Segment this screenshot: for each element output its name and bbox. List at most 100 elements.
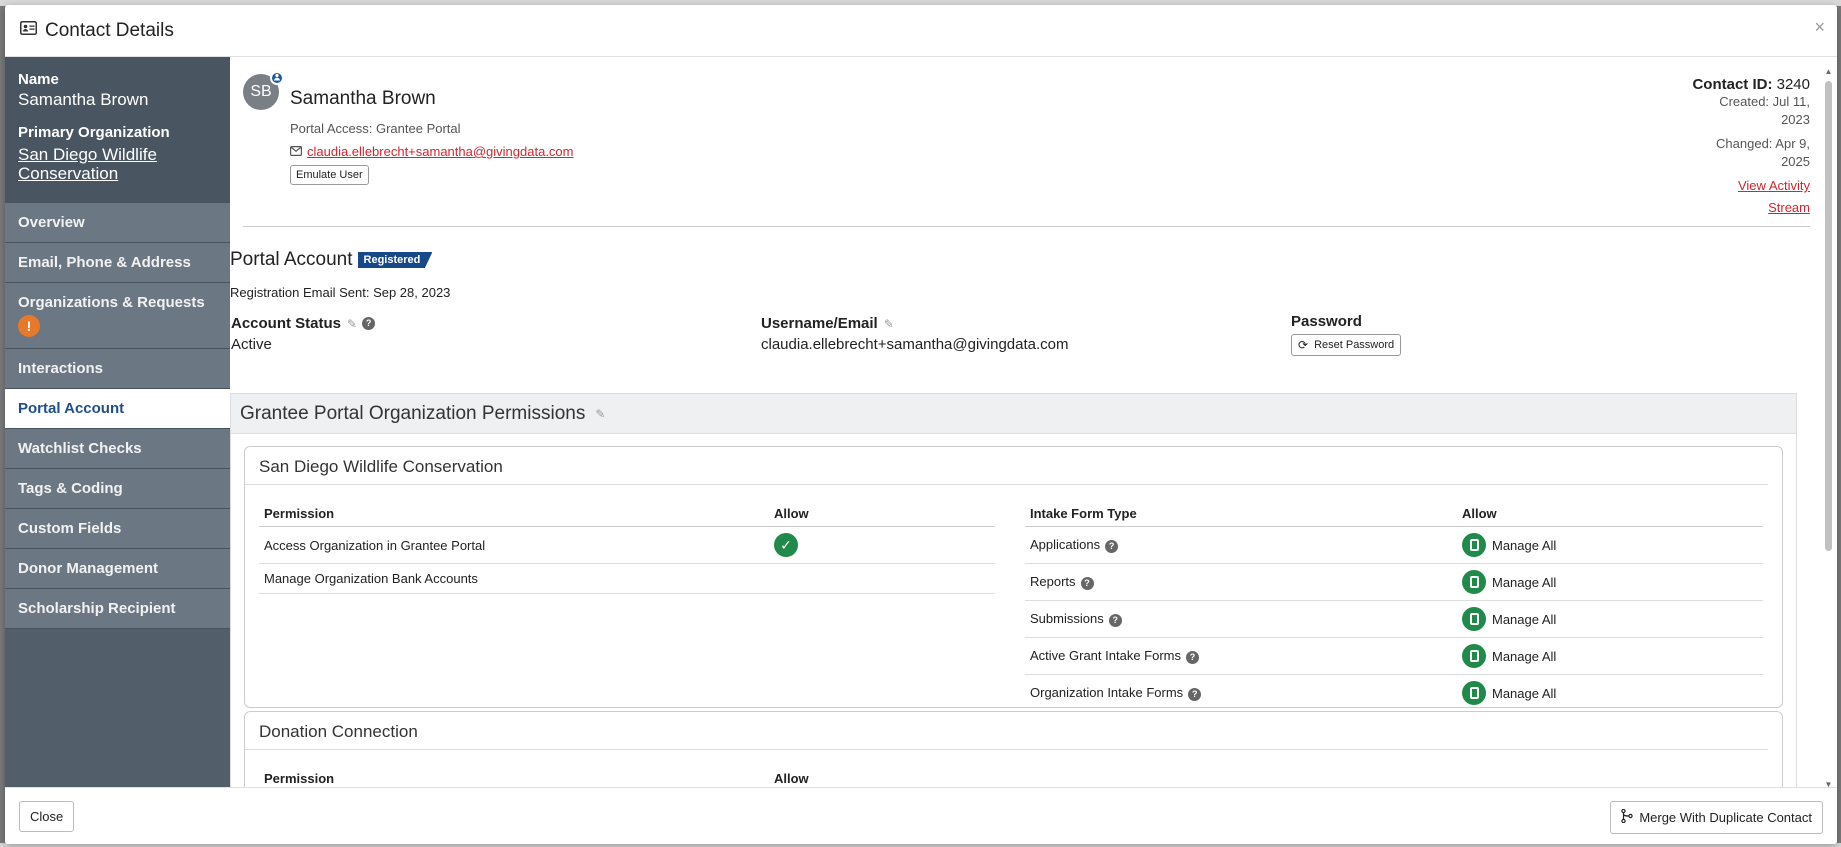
name-value: Samantha Brown (18, 90, 149, 109)
scroll-up-icon[interactable]: ▲ (1824, 67, 1833, 76)
contact-email-link[interactable]: claudia.ellebrecht+samantha@givingdata.c… (307, 144, 574, 159)
sidebar-item-label: Scholarship Recipient (18, 600, 176, 617)
emulate-user-button[interactable]: Emulate User (290, 165, 369, 185)
portal-access: Portal Access: Grantee Portal (290, 121, 461, 136)
portal-account-title: Portal Account Registered (230, 249, 433, 271)
sidebar-item-portal-account[interactable]: Portal Account (5, 389, 230, 429)
donation-permission-table: Permission Allow (259, 766, 995, 787)
account-status-label: Account Status (231, 315, 342, 332)
contact-meta: Contact ID: 3240 Created: Jul 11, 2023 Ch… (1660, 76, 1810, 219)
help-icon[interactable]: ? (362, 317, 376, 330)
permission-header: Permission (259, 501, 769, 527)
username-email-value: claudia.ellebrecht+samantha@givingdata.c… (761, 336, 1069, 353)
sidebar-item-label: Custom Fields (18, 520, 122, 537)
reset-password-button[interactable]: ⟳ Reset Password (1291, 334, 1402, 356)
sidebar-item-watchlist-checks[interactable]: Watchlist Checks (5, 429, 230, 469)
permission-cell: Access Organization in Grantee Portal (259, 526, 769, 564)
sidebar-item-label: Donor Management (18, 560, 159, 577)
help-icon[interactable]: ? (1186, 651, 1199, 664)
sidebar-item-label: Tags & Coding (18, 480, 123, 497)
user-badge-icon (270, 71, 284, 85)
reset-password-label: Reset Password (1314, 339, 1395, 351)
sidebar-item-label: Watchlist Checks (18, 440, 142, 457)
modal-footer: Close Merge With Duplicate Contact (5, 787, 1837, 844)
document-icon (1462, 533, 1486, 557)
allow-cell: Manage All (1457, 526, 1763, 564)
envelope-icon (290, 144, 303, 159)
intake-type-cell: Active Grant Intake Forms? (1025, 637, 1457, 675)
org-card-title: San Diego Wildlife Conservation (245, 447, 1768, 485)
allow-cell: Manage All (1457, 563, 1763, 601)
document-icon (1462, 681, 1486, 705)
help-icon[interactable]: ? (1108, 614, 1122, 627)
sidebar-item-custom-fields[interactable]: Custom Fields (5, 509, 230, 549)
table-row: Submissions? Manage All (1025, 600, 1763, 638)
contact-name: Samantha Brown (290, 88, 436, 109)
intake-type-cell: Submissions? (1025, 600, 1457, 638)
table-row: Organization Intake Forms? Manage All (1025, 674, 1763, 712)
intake-type-cell: Applications? (1025, 526, 1457, 564)
grantee-portal-permissions: Grantee Portal Organization Permissions … (230, 393, 1797, 787)
permissions-header: Grantee Portal Organization Permissions … (231, 394, 1796, 434)
contact-details-modal: Contact Details × Name Samantha Brown Pr… (5, 5, 1837, 844)
warning-badge-icon: ! (18, 315, 40, 337)
name-label: Name (18, 71, 59, 88)
pencil-icon[interactable]: ✎ (884, 317, 894, 331)
sidebar-item-label: Overview (18, 214, 85, 231)
password-field: Password ⟳ Reset Password (1291, 313, 1402, 356)
registration-email-sent: Registration Email Sent: Sep 28, 2023 (230, 285, 451, 300)
sidebar-item-label: Portal Account (18, 400, 125, 417)
account-status-field: Account Status ✎? Active (231, 315, 376, 353)
contact-id-label: Contact ID: (1692, 76, 1773, 93)
pencil-icon[interactable]: ✎ (595, 407, 605, 421)
registered-badge: Registered (357, 252, 433, 268)
intake-form-type-header: Intake Form Type (1025, 501, 1457, 527)
sidebar-item-tags-coding[interactable]: Tags & Coding (5, 469, 230, 509)
main-scrollbar[interactable]: ▲ ▼ (1824, 67, 1833, 789)
sidebar-item-scholarship-recipient[interactable]: Scholarship Recipient (5, 589, 230, 629)
primary-org-link[interactable]: San Diego Wildlife Conservation (18, 145, 216, 183)
sidebar-item-organizations-requests[interactable]: Organizations & Requests! (5, 283, 230, 349)
contact-id-value: 3240 (1776, 76, 1810, 93)
intake-type-cell: Organization Intake Forms? (1025, 674, 1457, 712)
close-button[interactable]: Close (19, 801, 75, 832)
refresh-icon: ⟳ (1298, 338, 1309, 352)
help-icon[interactable]: ? (1105, 540, 1119, 553)
document-icon (1462, 644, 1486, 668)
close-icon[interactable]: × (1814, 17, 1825, 38)
merge-label: Merge With Duplicate Contact (1639, 810, 1812, 825)
contact-card-icon (20, 21, 37, 40)
sidebar-item-email-phone-address[interactable]: Email, Phone & Address (5, 243, 230, 283)
sidebar: Name Samantha Brown Primary Organization… (5, 57, 230, 787)
modal-header: Contact Details × (5, 5, 1837, 57)
profile-header: SB Samantha Brown Portal Access: Grantee… (243, 57, 1810, 227)
view-activity-stream-link[interactable]: View Activity Stream (1660, 175, 1810, 219)
sidebar-item-label: Email, Phone & Address (18, 254, 191, 271)
checkmark-icon: ✓ (774, 533, 798, 557)
sidebar-nav: Overview Email, Phone & Address Organiza… (5, 203, 230, 629)
sidebar-item-overview[interactable]: Overview (5, 203, 230, 243)
table-row: Active Grant Intake Forms? Manage All (1025, 637, 1763, 675)
allow-cell: ✓ (769, 526, 995, 564)
table-row: Reports? Manage All (1025, 563, 1763, 601)
help-icon[interactable]: ? (1080, 577, 1094, 590)
contact-email: claudia.ellebrecht+samantha@givingdata.c… (290, 144, 574, 159)
permissions-title: Grantee Portal Organization Permissions (240, 402, 586, 424)
account-status-value: Active (231, 336, 272, 353)
sidebar-item-donor-management[interactable]: Donor Management (5, 549, 230, 589)
allow-cell: Manage All (1457, 600, 1763, 638)
username-email-label: Username/Email (761, 315, 878, 332)
permission-header: Permission (259, 766, 769, 787)
merge-duplicate-button[interactable]: Merge With Duplicate Contact (1610, 801, 1823, 834)
help-icon[interactable]: ? (1188, 688, 1202, 701)
changed-date: Changed: Apr 9, 2025 (1716, 136, 1810, 169)
created-date: Created: Jul 11, 2023 (1719, 94, 1810, 127)
contact-id: Contact ID: 3240 (1660, 76, 1810, 93)
pencil-icon[interactable]: ✎ (347, 317, 357, 331)
scroll-thumb[interactable] (1825, 81, 1832, 551)
document-icon (1462, 607, 1486, 631)
main-content: SB Samantha Brown Portal Access: Grantee… (230, 57, 1818, 787)
portal-account-heading: Portal Account (230, 249, 353, 270)
sidebar-item-interactions[interactable]: Interactions (5, 349, 230, 389)
allow-header: Allow (1457, 501, 1763, 527)
